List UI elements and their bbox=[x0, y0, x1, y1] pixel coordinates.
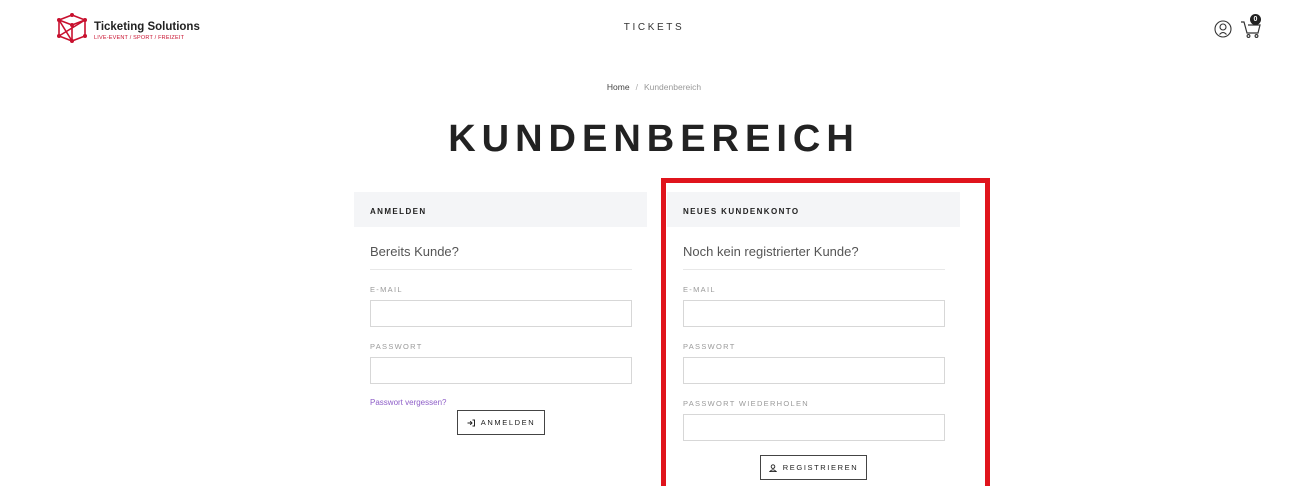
register-email-input[interactable] bbox=[683, 300, 945, 327]
logo-subtitle: LIVE-EVENT / SPORT / FREIZEIT bbox=[94, 35, 185, 41]
breadcrumb-current: Kundenbereich bbox=[643, 82, 702, 92]
login-subtitle: Bereits Kunde? bbox=[370, 244, 459, 259]
register-divider bbox=[683, 269, 945, 270]
cart-button[interactable]: 0 bbox=[1240, 14, 1264, 38]
register-panel-header: NEUES KUNDENKONTO bbox=[667, 192, 960, 227]
user-icon bbox=[768, 463, 777, 472]
register-password-repeat-label: PASSWORT WIEDERHOLEN bbox=[683, 399, 810, 408]
cart-count-badge: 0 bbox=[1250, 14, 1261, 25]
login-password-input[interactable] bbox=[370, 357, 632, 384]
page-title: KUNDENBEREICH bbox=[448, 118, 860, 160]
register-subtitle: Noch kein registrierter Kunde? bbox=[683, 244, 859, 259]
login-heading: ANMELDEN bbox=[370, 207, 427, 216]
register-email-label: E-MAIL bbox=[683, 285, 716, 294]
user-circle-icon[interactable] bbox=[1214, 20, 1232, 38]
breadcrumb-separator: / bbox=[635, 82, 638, 92]
login-panel-header: ANMELDEN bbox=[354, 192, 647, 227]
login-button-label: ANMELDEN bbox=[480, 418, 536, 427]
login-email-label: E-MAIL bbox=[370, 285, 403, 294]
sign-in-icon bbox=[467, 419, 475, 426]
nav-tickets-link[interactable]: TICKETS bbox=[624, 22, 684, 33]
register-button-label: REGISTRIEREN bbox=[782, 463, 859, 472]
login-email-input[interactable] bbox=[370, 300, 632, 327]
nav-tickets: TICKETS bbox=[0, 22, 1308, 33]
register-password-input[interactable] bbox=[683, 357, 945, 384]
forgot-password-link[interactable]: Passwort vergessen? bbox=[370, 398, 446, 407]
breadcrumb: Home / Kundenbereich bbox=[0, 82, 1308, 92]
login-password-label: PASSWORT bbox=[370, 342, 423, 351]
register-button[interactable]: REGISTRIEREN bbox=[760, 455, 867, 480]
register-heading: NEUES KUNDENKONTO bbox=[683, 207, 800, 216]
breadcrumb-home[interactable]: Home bbox=[607, 82, 630, 92]
register-password-label: PASSWORT bbox=[683, 342, 736, 351]
register-password-repeat-input[interactable] bbox=[683, 414, 945, 441]
login-divider bbox=[370, 269, 632, 270]
login-button[interactable]: ANMELDEN bbox=[457, 410, 545, 435]
